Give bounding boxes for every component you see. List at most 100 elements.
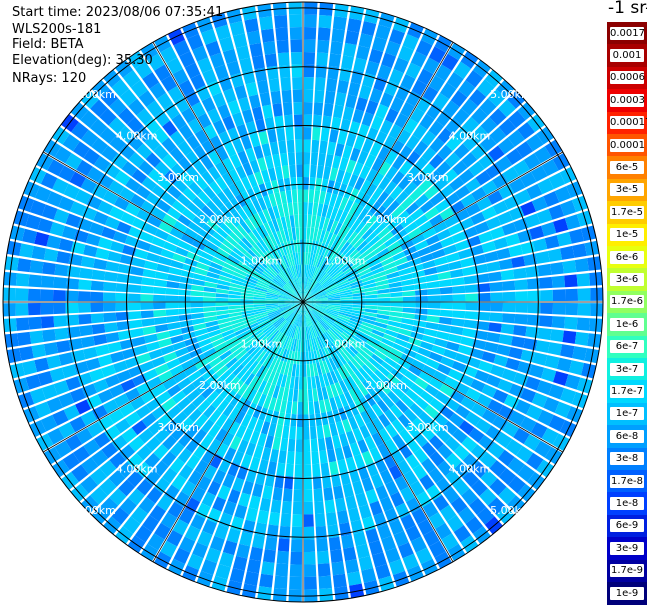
beta-cell	[425, 322, 439, 331]
beta-cell	[291, 401, 298, 415]
beta-cell	[331, 28, 345, 43]
colorbar-swatch: 6e-9	[607, 514, 647, 538]
beta-cell	[78, 302, 91, 313]
beta-cell	[280, 513, 292, 527]
beta-cell	[289, 14, 302, 28]
colorbar-tick-label: 3e-7	[610, 362, 644, 376]
beta-cell	[498, 334, 513, 346]
beta-cell	[308, 189, 315, 203]
beta-cell	[317, 39, 330, 54]
beta-cell	[276, 550, 289, 565]
beta-cell	[289, 27, 302, 40]
beta-cell	[295, 439, 303, 452]
beta-cell	[131, 257, 146, 268]
beta-cell	[141, 318, 155, 327]
beta-cell	[500, 269, 515, 281]
beta-cell	[320, 128, 330, 142]
beta-cell	[513, 325, 527, 337]
beta-cell	[299, 364, 303, 377]
beta-cell	[355, 96, 368, 112]
beta-cell	[274, 14, 288, 29]
beta-cell	[28, 274, 42, 288]
beta-cell	[347, 571, 362, 586]
beta-cell	[439, 309, 453, 318]
range-ring-label: 1.00km	[324, 338, 366, 351]
beta-cell	[314, 77, 326, 91]
beta-cell	[304, 39, 316, 53]
beta-cell	[264, 53, 278, 68]
beta-cell	[259, 92, 271, 107]
beta-cell	[153, 279, 168, 288]
colorbar-swatch: 3e-7	[607, 358, 647, 381]
beta-cell	[261, 561, 275, 576]
beta-cell	[451, 318, 465, 327]
field-label: Field: BETA	[12, 37, 84, 52]
beta-cell	[562, 330, 577, 344]
beta-cell	[240, 298, 254, 302]
beta-cell	[303, 89, 314, 103]
beta-cell	[449, 268, 464, 278]
colorbar-tick-label: 1e-9	[610, 586, 644, 600]
beta-cell	[90, 302, 104, 313]
beta-cell	[565, 288, 578, 301]
beta-cell	[334, 143, 345, 157]
range-ring-label: 3.00km	[407, 171, 449, 184]
beta-cell	[278, 450, 287, 464]
beta-cell	[28, 288, 41, 301]
beta-cell	[304, 576, 317, 590]
beta-cell	[501, 313, 516, 324]
beta-cell	[165, 288, 179, 295]
beta-cell	[300, 252, 303, 265]
range-ring-label: 3.00km	[157, 421, 199, 434]
beta-cell	[449, 326, 464, 336]
beta-cell	[280, 77, 292, 91]
colorbar-swatch: 1.7e-8	[607, 470, 647, 493]
beta-cell	[303, 177, 310, 190]
beta-cell	[311, 451, 320, 465]
beta-cell	[343, 546, 357, 562]
beta-cell	[307, 202, 314, 215]
beta-cell	[303, 464, 312, 477]
beta-cell	[249, 546, 263, 562]
beta-cell	[241, 109, 254, 124]
beta-cell	[488, 322, 502, 333]
beta-cell	[576, 317, 591, 331]
beta-cell	[293, 489, 303, 502]
beta-cell	[140, 285, 154, 294]
beta-cell	[244, 18, 259, 33]
beta-cell	[452, 302, 466, 310]
beta-cell	[465, 302, 478, 311]
beta-cell	[355, 543, 370, 559]
beta-cell	[274, 166, 283, 180]
beta-cell	[178, 289, 192, 296]
beta-cell	[43, 342, 59, 356]
beta-cell	[140, 294, 154, 302]
beta-cell	[203, 291, 216, 298]
beta-cell	[316, 165, 324, 179]
beta-cell	[236, 45, 251, 61]
beta-cell	[496, 247, 511, 260]
range-ring-label: 4.00km	[449, 462, 491, 475]
beta-cell	[276, 462, 286, 476]
beta-cell	[269, 141, 279, 156]
beta-cell	[342, 483, 354, 498]
range-ring-label: 3.00km	[157, 171, 199, 184]
beta-cell	[31, 245, 47, 260]
beta-cell	[46, 235, 62, 250]
beta-cell	[439, 286, 453, 295]
range-ring-label: 5.00km	[490, 88, 532, 101]
colorbar-swatch: 3e-6	[607, 268, 647, 292]
beta-cell	[365, 294, 378, 299]
beta-cell	[309, 413, 316, 427]
beta-cell	[54, 327, 69, 341]
beta-cell	[303, 364, 307, 377]
colorbar-swatch: 1.7e-9	[607, 559, 647, 583]
beta-cell	[323, 424, 332, 438]
beta-cell	[377, 297, 391, 302]
beta-cell	[274, 424, 283, 438]
beta-cell	[303, 77, 314, 90]
beta-cell	[335, 497, 347, 512]
beta-cell	[342, 106, 354, 121]
colorbar-tick-label: 1.7e-9	[610, 564, 644, 578]
beta-cell	[303, 439, 311, 452]
